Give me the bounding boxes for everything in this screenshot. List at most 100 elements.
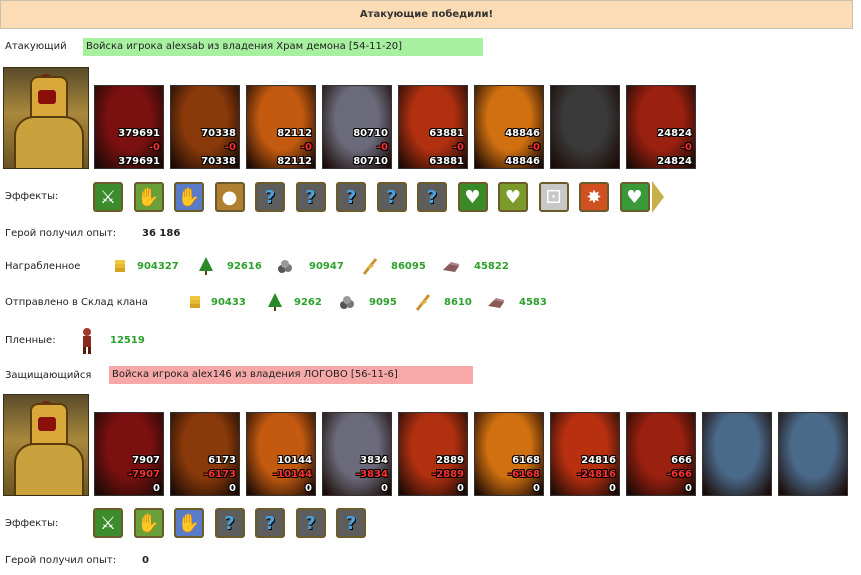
potion-heart-icon[interactable]: ♥	[498, 182, 528, 212]
gold-icon	[185, 292, 205, 312]
fire-elemental-unit-icon[interactable]: 2889 -2889 0	[398, 412, 468, 496]
hand-magic-icon[interactable]: ✋	[174, 508, 204, 538]
handshake-sword-icon[interactable]: ✋	[133, 508, 164, 538]
unit-count-bottom: 0	[533, 483, 540, 494]
demon-warrior-unit-icon[interactable]: 6168 -6168 0	[474, 412, 544, 496]
xp-burst-icon[interactable]: ✸	[579, 182, 609, 212]
tree-icon	[196, 256, 216, 276]
resource-value: 9262	[294, 297, 322, 308]
fire-beast-unit-icon[interactable]: 82112 -0 82112	[246, 85, 316, 169]
unit-count-mid: -6173	[204, 469, 236, 480]
unit-count-top: 3834	[360, 455, 388, 466]
unit-count-top: 80710	[353, 128, 388, 139]
defender-effects-label: Эффекты:	[5, 518, 59, 529]
demon-lord-unit-icon[interactable]: 24816 -24816 0	[550, 412, 620, 496]
hand-magic-icon[interactable]: ✋	[174, 182, 204, 212]
unit-count-mid: -7907	[128, 469, 160, 480]
unit-count-bottom: 0	[457, 483, 464, 494]
skeleton-warrior-unit-icon[interactable]: 6173 -6173 0	[170, 412, 240, 496]
potion-green-icon[interactable]: ♥	[619, 182, 650, 212]
attacker-effects-label: Эффекты:	[5, 191, 59, 202]
unknown-icon[interactable]: ?	[336, 508, 366, 538]
gargoyle-unit-icon[interactable]: 80710 -0 80710	[322, 85, 392, 169]
unit-count-bottom: 82112	[277, 156, 312, 167]
apple-heart-icon[interactable]: ♥	[457, 182, 488, 212]
unit-count-bottom: 0	[685, 483, 692, 494]
unit-count-top: 63881	[429, 128, 464, 139]
unit-count-mid: -0	[528, 142, 540, 153]
unit-count-bottom: 80710	[353, 156, 388, 167]
prisoners-label: Пленные:	[5, 335, 56, 346]
unit-count-top: 70338	[201, 128, 236, 139]
unknown-icon[interactable]: ?	[255, 508, 285, 538]
unit-count-mid: -24816	[577, 469, 616, 480]
wheat-icon	[360, 256, 380, 276]
ore-icon	[338, 292, 358, 312]
unknown-icon[interactable]: ?	[376, 182, 407, 212]
defender-hero-portrait[interactable]	[3, 394, 89, 496]
unit-count-top: 24816	[581, 455, 616, 466]
gargoyle-unit-icon[interactable]: 3834 -3834 0	[322, 412, 392, 496]
unit-count-mid: -3834	[356, 469, 388, 480]
unit-count-bottom: 0	[153, 483, 160, 494]
dark-tower-unit-icon[interactable]	[778, 412, 848, 496]
ore-icon	[276, 256, 296, 276]
unknown-icon[interactable]: ?	[295, 182, 326, 212]
clan-label: Отправлено в Склад клана	[5, 297, 148, 308]
prisoner-icon	[80, 327, 94, 355]
unknown-icon[interactable]: ?	[336, 182, 366, 212]
unit-count-top: 379691	[118, 128, 160, 139]
resource-value: 9095	[369, 297, 397, 308]
tree-icon	[265, 292, 285, 312]
fire-elemental-unit-icon[interactable]: 63881 -0 63881	[398, 85, 468, 169]
skeleton-warrior-unit-icon[interactable]: 70338 -0 70338	[170, 85, 240, 169]
unit-count-top: 666	[671, 455, 692, 466]
unit-count-bottom: 0	[305, 483, 312, 494]
unit-count-top: 82112	[277, 128, 312, 139]
gold-icon	[110, 256, 130, 276]
attacker-name: Войска игрока alexsab из владения Храм д…	[83, 38, 483, 56]
unit-count-mid: -0	[148, 142, 160, 153]
attacker-hero-portrait[interactable]	[3, 67, 89, 169]
unit-count-top: 7907	[132, 455, 160, 466]
defender-xp-label: Герой получил опыт:	[5, 555, 117, 566]
unit-count-mid: -6168	[508, 469, 540, 480]
resource-value: 8610	[444, 297, 472, 308]
fire-mage-unit-icon[interactable]: 24824 -0 24824	[626, 85, 696, 169]
unit-count-bottom: 63881	[429, 156, 464, 167]
unit-count-bottom: 379691	[118, 156, 160, 167]
red-dragon-unit-icon[interactable]: 7907 -7907 0	[94, 412, 164, 496]
loot-label: Награбленное	[5, 261, 81, 272]
effects-scroll-arrow-icon[interactable]	[652, 181, 664, 213]
unknown-icon[interactable]: ?	[295, 508, 326, 538]
coins-icon[interactable]: ●	[214, 182, 245, 212]
unit-count-bottom: 0	[229, 483, 236, 494]
attacker-label: Атакующий	[5, 41, 67, 52]
stone-icon	[486, 292, 506, 312]
resource-value: 4583	[519, 297, 547, 308]
unknown-icon[interactable]: ?	[255, 182, 285, 212]
unit-count-mid: -0	[300, 142, 312, 153]
defender-label: Защищающийся	[5, 370, 92, 381]
stone-golem-unit-icon[interactable]	[550, 85, 620, 169]
dark-tower-unit-icon[interactable]	[702, 412, 772, 496]
unit-count-bottom: 0	[609, 483, 616, 494]
wheat-icon	[413, 292, 433, 312]
dice-icon[interactable]: ⚀	[538, 182, 569, 212]
fire-mage-unit-icon[interactable]: 666 -666 0	[626, 412, 696, 496]
sword-icon[interactable]: ⚔	[93, 508, 123, 538]
fire-beast-unit-icon[interactable]: 10144 -10144 0	[246, 412, 316, 496]
sword-icon[interactable]: ⚔	[93, 182, 123, 212]
attacker-xp-value: 36 186	[142, 228, 181, 239]
unit-count-top: 2889	[436, 455, 464, 466]
resource-value: 92616	[227, 261, 262, 272]
unit-count-top: 6168	[512, 455, 540, 466]
resource-value: 45822	[474, 261, 509, 272]
handshake-sword-icon[interactable]: ✋	[133, 182, 164, 212]
demon-warrior-unit-icon[interactable]: 48846 -0 48846	[474, 85, 544, 169]
unknown-icon[interactable]: ?	[417, 182, 447, 212]
unit-count-mid: -2889	[432, 469, 464, 480]
red-dragon-unit-icon[interactable]: 379691 -0 379691	[94, 85, 164, 169]
unit-count-bottom: 0	[381, 483, 388, 494]
unknown-icon[interactable]: ?	[214, 508, 245, 538]
